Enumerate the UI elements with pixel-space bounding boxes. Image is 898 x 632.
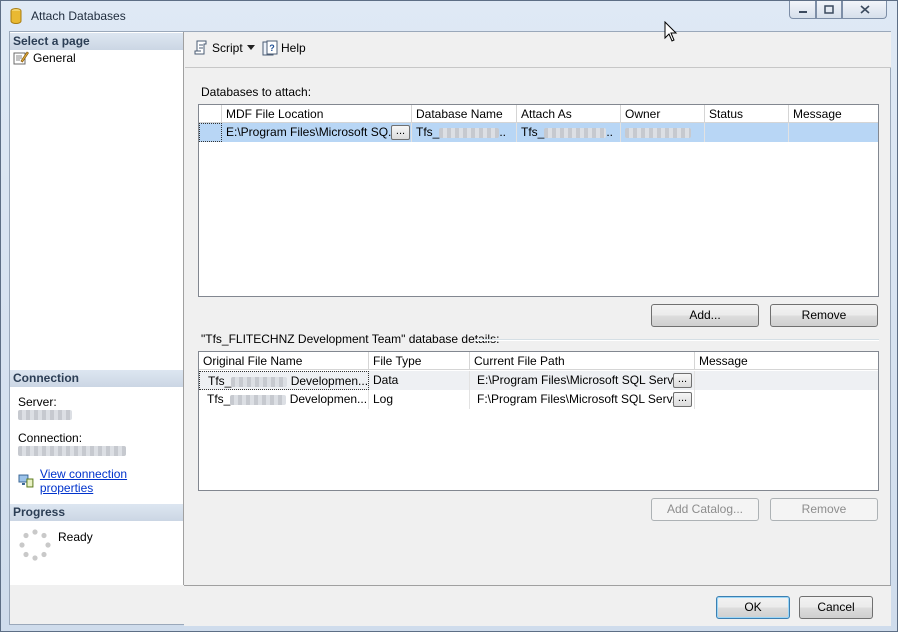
file-name-redacted [230,394,287,405]
connection-properties-icon [18,474,34,488]
minimize-icon [798,10,807,13]
server-value-redacted [18,410,72,420]
mdf-location-cell[interactable]: E:\Program Files\Microsoft SQ... [222,123,412,142]
attach-as-redacted [544,127,607,138]
chevron-down-icon [247,45,255,50]
file-name-prefix: Tfs_ [208,374,232,388]
column-header-file-type[interactable]: File Type [369,352,470,370]
database-details-label: "Tfs_FLITECHNZ Development Team" databas… [201,332,500,346]
select-page-header: Select a page [10,33,183,50]
general-page-icon [13,51,29,65]
original-file-name-cell[interactable]: Tfs_ Developmen... [199,390,369,409]
current-file-path-cell[interactable]: F:\Program Files\Microsoft SQL Serv... [470,390,695,409]
database-name-value: Tfs_ [416,125,440,139]
column-header-attach-as[interactable]: Attach As [517,105,621,123]
browse-file-path-button[interactable]: ... [673,392,692,407]
script-icon [194,40,207,55]
title-bar[interactable]: Attach Databases [1,1,897,31]
cancel-button[interactable]: Cancel [799,596,873,619]
help-icon: ? [262,40,278,56]
database-icon [10,8,22,24]
file-message-cell [695,390,878,409]
status-cell [705,123,789,142]
current-file-path-cell[interactable]: E:\Program Files\Microsoft SQL Serv... [470,371,695,390]
view-connection-properties-label: View connection properties [39,467,128,495]
column-header-file-message[interactable]: Message [695,352,878,370]
table-row[interactable]: Tfs_ Developmen... Log F:\Program Files\… [199,390,878,409]
attach-as-value: Tfs_ [521,125,545,139]
current-file-path-value: E:\Program Files\Microsoft SQL Serv... [477,373,683,387]
toolbar: Script ? Help [185,32,891,68]
add-catalog-button[interactable]: Add Catalog... [651,498,759,521]
details-separator [475,339,879,341]
column-header-original-file-name[interactable]: Original File Name [199,352,369,370]
minimize-button[interactable] [789,1,816,19]
column-header-owner[interactable]: Owner [621,105,705,123]
file-name-suffix: Developmen... [290,374,369,388]
file-name-suffix: Developmen... [289,392,368,406]
file-type-cell: Log [369,390,470,409]
progress-header: Progress [10,504,183,521]
script-label: Script [212,41,243,55]
databases-to-attach-label: Databases to attach: [201,85,312,99]
dialog-button-bar: OK Cancel [184,585,891,626]
file-message-cell [695,371,878,390]
server-label: Server: [18,395,57,409]
message-cell [789,123,878,142]
database-name-cell[interactable]: Tfs_.. [412,123,517,142]
database-details-grid[interactable]: Original File Name File Type Current Fil… [198,351,879,491]
help-button[interactable]: ? Help [262,40,306,56]
add-database-button[interactable]: Add... [651,304,759,327]
browse-file-path-button[interactable]: ... [673,373,692,388]
connection-label: Connection: [18,431,83,445]
mdf-location-value: E:\Program Files\Microsoft SQ... [226,125,399,139]
script-button[interactable]: Script [193,40,243,56]
main-content: Databases to attach: MDF File Location D… [185,68,891,585]
left-panel: Select a page General Connection Server:… [10,32,184,585]
grid-header-selector [199,105,222,123]
page-item-general[interactable]: General [13,51,76,65]
attach-as-cell[interactable]: Tfs_.. [517,123,621,142]
mouse-cursor-icon [664,21,678,42]
file-name-prefix: Tfs_ [207,392,231,406]
close-button[interactable] [842,1,887,19]
maximize-icon [824,5,834,14]
close-icon [859,5,870,14]
column-header-message[interactable]: Message [789,105,878,123]
attach-databases-window: Attach Databases Select a page General C… [0,0,898,632]
databases-grid[interactable]: MDF File Location Database Name Attach A… [198,104,879,297]
row-selector[interactable] [199,123,222,142]
owner-redacted [625,127,691,138]
browse-mdf-button[interactable]: ... [391,125,410,140]
owner-cell[interactable] [621,123,705,142]
connection-header: Connection [10,370,183,387]
file-name-redacted [231,376,288,387]
table-row[interactable]: Tfs_ Developmen... Data E:\Program Files… [199,371,878,390]
database-name-redacted [439,127,500,138]
table-row[interactable]: E:\Program Files\Microsoft SQ... ... Tfs… [199,123,878,142]
remove-database-button[interactable]: Remove [770,304,878,327]
script-dropdown-button[interactable] [247,45,255,50]
file-type-cell: Data [369,371,470,390]
column-header-database-name[interactable]: Database Name [412,105,517,123]
dialog-client-area: Select a page General Connection Server:… [9,31,891,626]
caption-buttons [789,1,889,21]
page-item-general-label: General [33,51,76,65]
remove-file-button[interactable]: Remove [770,498,878,521]
help-label: Help [281,41,306,55]
progress-status: Ready [58,530,93,544]
ok-button[interactable]: OK [716,596,790,619]
svg-text:?: ? [269,43,275,53]
column-header-status[interactable]: Status [705,105,789,123]
original-file-name-cell[interactable]: Tfs_ Developmen... [199,371,369,390]
column-header-current-file-path[interactable]: Current File Path [470,352,695,370]
column-header-mdf-location[interactable]: MDF File Location [222,105,412,123]
progress-spinner-icon [19,529,51,561]
view-connection-properties-link[interactable]: View connection properties [18,467,183,495]
current-file-path-value: F:\Program Files\Microsoft SQL Serv... [477,392,682,406]
maximize-button[interactable] [816,1,842,19]
connection-value-redacted [18,446,126,456]
window-title: Attach Databases [31,9,126,23]
